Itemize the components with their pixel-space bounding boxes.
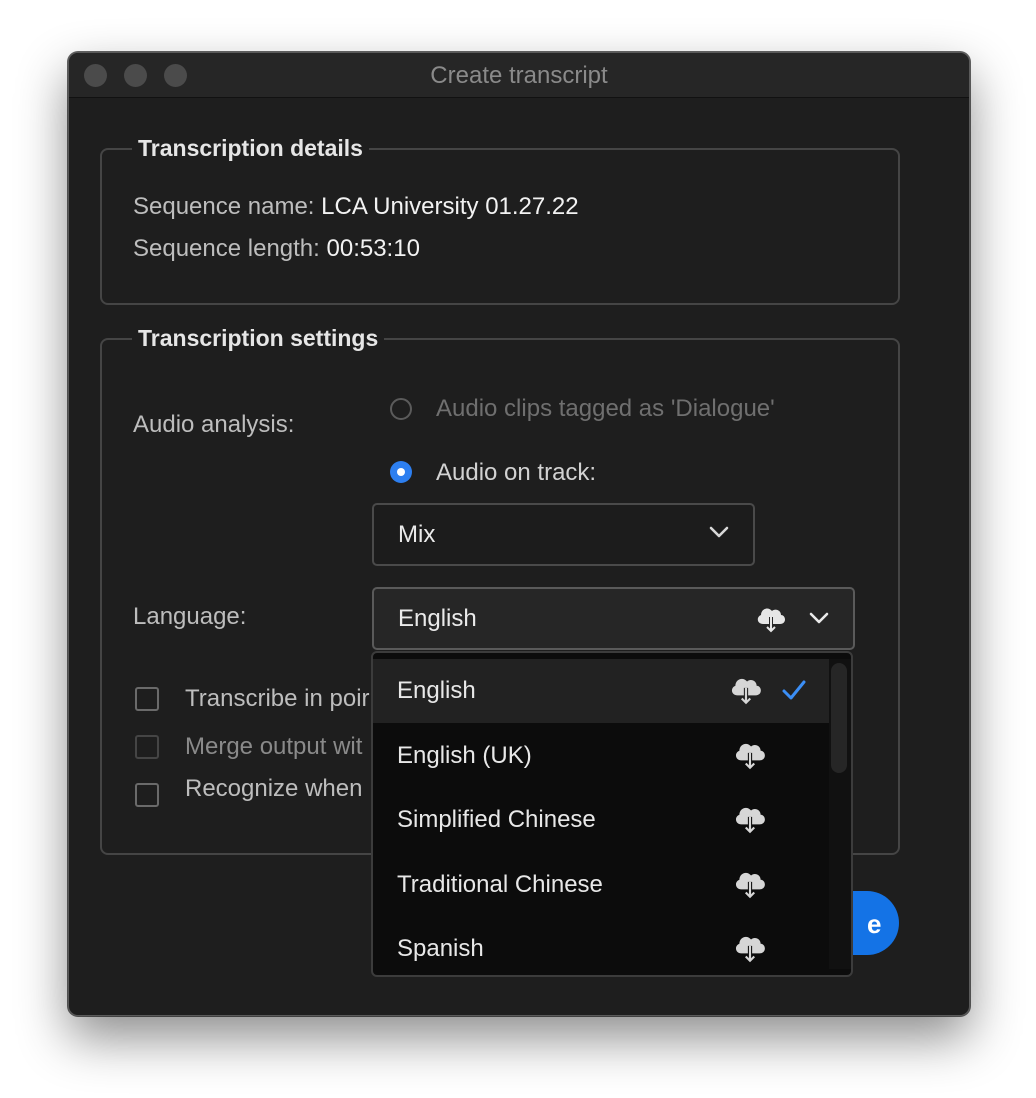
title-bar[interactable]: Create transcript <box>69 53 969 98</box>
language-select[interactable]: English <box>372 587 855 650</box>
language-option-english-uk[interactable]: English (UK) <box>373 724 829 788</box>
radio-audio-on-track-label: Audio on track: <box>436 459 597 486</box>
language-option-label: Traditional Chinese <box>397 871 603 898</box>
chevron-down-icon <box>809 612 829 624</box>
cloud-download-icon <box>757 608 785 633</box>
sequence-name-value: LCA University 01.27.22 <box>321 193 579 220</box>
audio-analysis-label: Audio analysis: <box>133 411 295 438</box>
create-transcription-button-label: e <box>867 909 882 939</box>
language-select-value: English <box>398 605 477 632</box>
checkbox-recognize-label: Recognize when <box>185 775 363 802</box>
cloud-download-icon <box>735 936 765 963</box>
language-label: Language: <box>133 603 247 630</box>
radio-audio-on-track[interactable] <box>390 461 412 483</box>
language-option-spanish[interactable]: Spanish <box>373 917 829 975</box>
checkbox-merge-output-label: Merge output wit <box>185 733 363 760</box>
chevron-down-icon <box>709 526 729 538</box>
language-option-simplified-chinese[interactable]: Simplified Chinese <box>373 788 829 852</box>
language-option-traditional-chinese[interactable]: Traditional Chinese <box>373 853 829 917</box>
sequence-length-label: Sequence length: <box>133 235 320 262</box>
transcription-details-legend: Transcription details <box>138 135 363 161</box>
language-option-english[interactable]: English <box>373 659 829 723</box>
cloud-download-icon <box>735 743 765 770</box>
cloud-download-icon <box>731 678 761 705</box>
language-option-label: Simplified Chinese <box>397 806 596 833</box>
language-option-label: English <box>397 677 476 704</box>
checkmark-icon <box>782 680 806 700</box>
sequence-name-row: Sequence name: LCA University 01.27.22 <box>133 193 579 221</box>
audio-track-select-value: Mix <box>398 521 436 548</box>
checkbox-merge-output[interactable] <box>135 735 159 759</box>
dropdown-scrollbar-thumb[interactable] <box>831 663 847 773</box>
sequence-length-row: Sequence length: 00:53:10 <box>133 235 420 263</box>
transcription-settings-legend: Transcription settings <box>138 325 379 351</box>
cloud-download-icon <box>735 807 765 834</box>
checkbox-transcribe[interactable] <box>135 687 159 711</box>
language-option-label: English (UK) <box>397 742 532 769</box>
sequence-name-label: Sequence name: <box>133 193 315 220</box>
sequence-length-value: 00:53:10 <box>326 235 420 262</box>
checkbox-transcribe-label: Transcribe in poir <box>185 685 370 712</box>
radio-dialogue-clips-label: Audio clips tagged as 'Dialogue' <box>436 395 775 422</box>
audio-track-select[interactable]: Mix <box>372 503 755 566</box>
language-option-label: Spanish <box>397 935 484 962</box>
cloud-download-icon <box>735 872 765 899</box>
language-dropdown-list: English English (UK) Simplified Chinese <box>371 651 853 977</box>
window-title: Create transcript <box>430 62 608 89</box>
radio-dialogue-clips[interactable] <box>390 398 412 420</box>
checkbox-recognize[interactable] <box>135 783 159 807</box>
